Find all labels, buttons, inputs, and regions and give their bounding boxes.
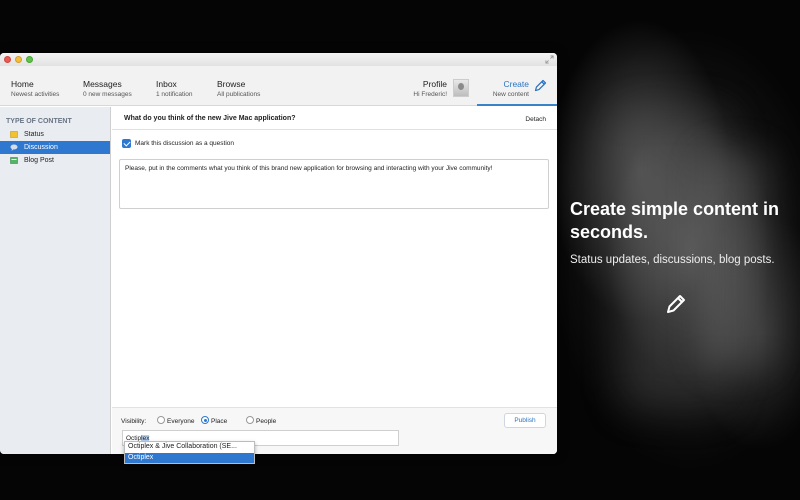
sidebar-item-blog-post[interactable]: Blog Post	[0, 154, 110, 167]
nav-profile-subtitle: Hi Frederic!	[413, 91, 447, 98]
discussion-title[interactable]: What do you think of the new Jive Mac ap…	[124, 115, 296, 122]
nav-profile[interactable]: Profile Hi Frederic!	[413, 79, 469, 98]
discussion-body-field[interactable]: Please, put in the comments what you thi…	[119, 159, 549, 209]
title-bar	[0, 53, 557, 66]
close-button[interactable]	[4, 56, 11, 63]
nav-messages-title: Messages	[83, 79, 122, 89]
sidebar-item-discussion[interactable]: Discussion	[0, 141, 110, 154]
nav-create[interactable]: Create New content	[477, 66, 557, 106]
fullscreen-icon[interactable]	[545, 55, 554, 64]
place-autocomplete-list: Octiplex & Jive Collaboration (SE... Oct…	[124, 441, 255, 464]
blog-post-icon	[10, 157, 18, 164]
nav-browse[interactable]: Browse All publications	[217, 79, 260, 98]
nav-create-subtitle: New content	[492, 91, 529, 98]
nav-inbox[interactable]: Inbox 1 notification	[156, 79, 193, 98]
visibility-place-radio[interactable]	[201, 416, 209, 424]
discussion-icon	[10, 144, 18, 151]
nav-home[interactable]: Home Newest activities	[11, 79, 59, 98]
autocomplete-item[interactable]: Octiplex	[125, 452, 254, 463]
top-navigation: Home Newest activities Messages 0 new me…	[0, 66, 557, 106]
editor-panel: What do you think of the new Jive Mac ap…	[112, 107, 557, 454]
nav-inbox-title: Inbox	[156, 79, 177, 89]
question-bar: What do you think of the new Jive Mac ap…	[112, 107, 557, 130]
visibility-people-radio[interactable]	[246, 416, 254, 424]
nav-home-subtitle: Newest activities	[11, 91, 60, 98]
visibility-people-label: People	[256, 418, 277, 425]
pencil-icon	[667, 295, 685, 313]
nav-messages[interactable]: Messages 0 new messages	[83, 79, 132, 98]
pencil-icon	[534, 79, 547, 92]
visibility-label: Visibility:	[121, 418, 147, 425]
mark-question-label: Mark this discussion as a question	[135, 140, 234, 147]
app-window: Home Newest activities Messages 0 new me…	[0, 53, 557, 454]
publish-button[interactable]: Publish	[504, 413, 546, 428]
sidebar-item-label: Status	[24, 131, 44, 138]
sidebar-heading: TYPE OF CONTENT	[6, 118, 72, 125]
nav-messages-subtitle: 0 new messages	[83, 91, 132, 98]
nav-profile-title: Profile	[422, 79, 447, 89]
sidebar-item-status[interactable]: Status	[0, 128, 110, 141]
minimize-button[interactable]	[15, 56, 22, 63]
promo-title: Create simple content in seconds.	[570, 199, 780, 242]
visibility-place-label: Place	[211, 418, 228, 425]
visibility-everyone-label: Everyone	[167, 418, 195, 425]
zoom-button[interactable]	[26, 56, 33, 63]
sidebar-item-label: Blog Post	[24, 157, 54, 164]
sidebar-item-label: Discussion	[24, 144, 58, 151]
detach-button[interactable]: Detach	[525, 116, 546, 123]
nav-inbox-subtitle: 1 notification	[156, 91, 193, 98]
content-type-sidebar: TYPE OF CONTENT Status Discussion Blog P…	[0, 107, 111, 454]
mark-question-checkbox[interactable]	[122, 139, 131, 148]
promo-subtitle: Status updates, discussions, blog posts.	[570, 254, 775, 266]
nav-browse-title: Browse	[217, 79, 246, 89]
nav-browse-subtitle: All publications	[217, 91, 261, 98]
autocomplete-item[interactable]: Octiplex & Jive Collaboration (SE...	[125, 442, 254, 453]
visibility-everyone-radio[interactable]	[157, 416, 165, 424]
nav-home-title: Home	[11, 79, 34, 89]
status-icon	[10, 131, 18, 138]
avatar	[453, 79, 469, 97]
nav-create-title: Create	[503, 79, 529, 89]
